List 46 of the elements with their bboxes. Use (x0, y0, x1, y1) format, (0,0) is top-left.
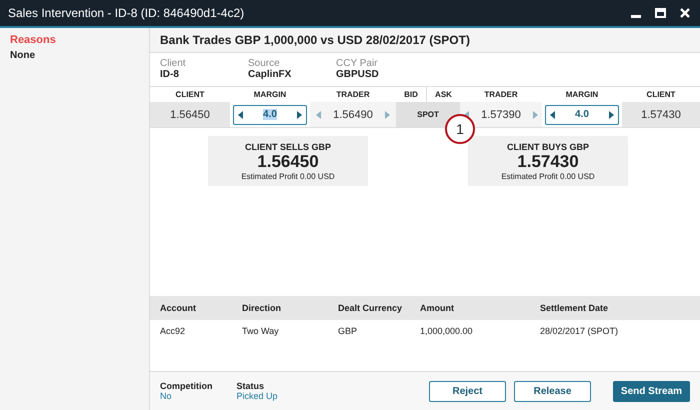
reasons-heading: Reasons (10, 34, 57, 46)
right-arrow-icon[interactable] (609, 110, 614, 118)
client-rate: 1.57430 (641, 108, 681, 120)
card-title: CLIENT SELLS GBP (244, 142, 331, 152)
card-title: CLIENT BUYS GBP (506, 142, 589, 152)
column-header: Direction (242, 303, 282, 313)
maximize-icon[interactable] (655, 8, 666, 18)
column-header: Amount (420, 303, 455, 313)
footer-label: Competition (160, 381, 212, 391)
table-cell-text: 1,000,000.00 (420, 326, 474, 336)
margin-field[interactable]: 4.0 (545, 104, 619, 124)
close-icon[interactable] (680, 8, 690, 18)
action-button[interactable]: Release (514, 380, 591, 402)
trader-rate: 1.56490 (333, 108, 373, 120)
left-arrow-icon[interactable] (238, 110, 243, 118)
info-label: CCY Pair (336, 58, 378, 69)
column-header: Settlement Date (540, 303, 610, 313)
info-value: CaplinFX (248, 69, 292, 80)
estimated-profit: Estimated Profit 0.00 USD (501, 172, 595, 180)
tenor-label: SPOT (417, 110, 439, 119)
left-arrow-icon[interactable] (550, 110, 555, 118)
info-label: Source (248, 58, 281, 69)
info-value: ID-8 (160, 69, 180, 80)
column-header: Account (160, 303, 197, 313)
estimated-profit: Estimated Profit 0.00 USD (241, 172, 335, 180)
footer-value: Picked Up (236, 391, 278, 401)
info-label: Client (160, 58, 187, 69)
card-rate: 1.56450 (257, 152, 319, 172)
table-cell-text: Acc92 (160, 326, 186, 336)
table-cell-text: GBP (338, 326, 358, 336)
trade-title: Bank Trades GBP 1,000,000 vs USD 28/02/2017 (SPOT) (160, 33, 470, 47)
right-arrow-icon[interactable] (297, 110, 302, 118)
trader-rate: 1.57390 (481, 108, 521, 120)
window-title: Sales Intervention - ID-8 (ID: 846490d1-4c2) (8, 6, 244, 20)
table-cell-text: Two Way (242, 326, 280, 336)
reasons-value: None (10, 50, 36, 61)
client-rate: 1.56450 (170, 108, 210, 120)
footer-label: Status (236, 381, 266, 391)
column-header: Dealt Currency (338, 303, 404, 313)
table-cell-text: 28/02/2017 (SPOT) (540, 326, 620, 336)
margin-field[interactable]: 4.0 (233, 104, 307, 124)
action-button[interactable]: Reject (429, 380, 506, 402)
info-value: GBPUSD (336, 69, 380, 80)
card-rate: 1.57430 (517, 152, 579, 172)
footer-value: No (160, 391, 173, 401)
send-button[interactable]: Send Stream (613, 380, 690, 402)
